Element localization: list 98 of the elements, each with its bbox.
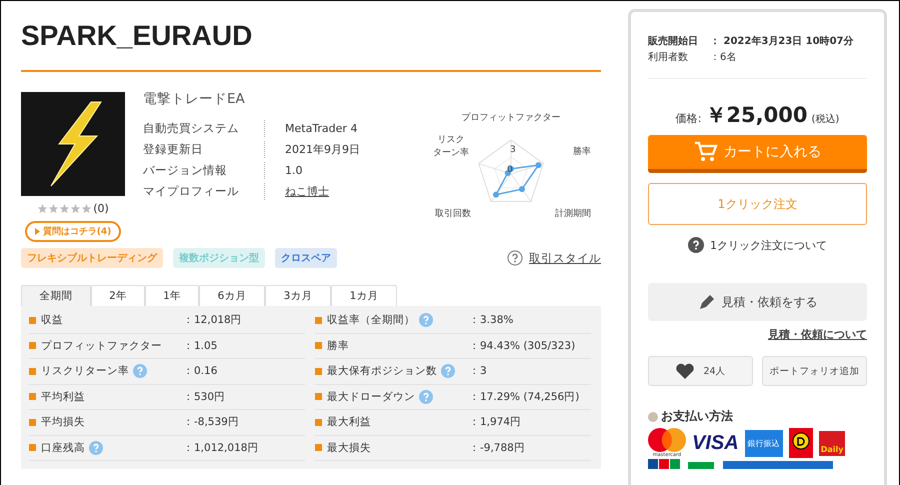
period-tab[interactable]: 6カ月 xyxy=(199,285,265,306)
bullet-icon xyxy=(315,316,322,324)
info-value: 2021年9月9日 xyxy=(284,142,361,158)
stat-label: 最大損失 xyxy=(327,440,371,455)
bullet-icon xyxy=(315,368,322,375)
star-icon xyxy=(70,204,80,213)
stat-value: ：1.05 xyxy=(183,338,218,353)
quote-info-link[interactable]: 見積・依頼について xyxy=(768,328,867,341)
page-title: SPARK_EURAUD xyxy=(21,19,254,53)
stat-label: 勝率 xyxy=(327,338,349,353)
stat-label: 収益 xyxy=(41,313,63,328)
stat-value: ：17.29% (74,256円) xyxy=(469,390,580,404)
stat-label: 最大保有ポジション数 xyxy=(327,364,437,378)
stat-value: ：94.43% (305/323) xyxy=(469,338,576,353)
tax-note: (税込) xyxy=(811,112,840,126)
info-value: MetaTrader 4 xyxy=(284,121,358,137)
help-icon xyxy=(507,250,523,266)
stat-value: ：0.16 xyxy=(183,364,218,378)
period-tab[interactable]: 2年 xyxy=(91,285,145,306)
meta-value: ：6名 xyxy=(710,51,736,65)
product-name: 電撃トレードEA xyxy=(143,90,246,108)
info-label: マイプロフィール xyxy=(143,183,265,200)
radar-chart-drawing xyxy=(478,139,544,202)
scale-label: 0 xyxy=(507,165,513,175)
bullet-icon xyxy=(315,342,322,350)
stat-value: ：-8,539円 xyxy=(183,415,240,430)
bullet-icon xyxy=(315,418,322,426)
info-label: バージョン情報 xyxy=(143,162,265,179)
price-value: ￥25,000 xyxy=(705,102,808,129)
star-icon xyxy=(48,204,58,213)
cart-icon xyxy=(694,141,718,163)
help-icon[interactable] xyxy=(89,440,103,455)
info-label: 登録更新日 xyxy=(143,141,265,158)
stat-value: ：1,974円 xyxy=(469,415,522,430)
axis-label: 計測期間 xyxy=(555,209,591,219)
meta-label: 利用者数 xyxy=(648,50,689,65)
stat-value: ：3 xyxy=(469,364,488,378)
info-label: 自動売買システム xyxy=(143,120,265,137)
triangle-icon xyxy=(34,228,40,235)
stat-label: 収益率（全期間） xyxy=(327,313,415,328)
stat-value: ：1,012,018円 xyxy=(183,440,260,455)
scale-label: 3 xyxy=(510,145,516,155)
help-icon xyxy=(688,237,704,253)
bullet-icon xyxy=(29,393,36,400)
axis-label: プロフィットファクター xyxy=(462,113,560,123)
period-tab[interactable]: 全期間 xyxy=(21,285,91,306)
bullet-icon xyxy=(29,444,36,452)
quote-request-button[interactable]: 見積・依頼をする xyxy=(648,283,867,321)
bullet-icon xyxy=(29,368,36,375)
stat-label: 口座残高 xyxy=(41,440,85,455)
favorite-button[interactable]: 24人 xyxy=(648,356,753,386)
help-icon[interactable] xyxy=(133,364,147,378)
stat-label: 平均損失 xyxy=(41,415,85,430)
stat-value: ：12,018円 xyxy=(183,313,243,328)
info-value: 1.0 xyxy=(284,163,304,179)
bullet-icon xyxy=(648,412,658,422)
heart-icon xyxy=(675,362,696,380)
period-tab[interactable]: 1年 xyxy=(145,285,199,306)
stat-label: プロフィットファクター xyxy=(41,338,162,353)
star-icon xyxy=(38,204,48,213)
payment-title: お支払い方法 xyxy=(661,408,733,425)
stat-label: 最大ドローダウン xyxy=(327,390,415,404)
price-label: 価格: xyxy=(676,111,702,126)
stat-value: ：-9,788円 xyxy=(469,440,526,455)
visa-logo: VISA xyxy=(692,432,739,454)
star-icon xyxy=(60,204,70,213)
help-icon[interactable] xyxy=(441,364,455,378)
period-tab[interactable]: 1カ月 xyxy=(331,285,397,306)
stat-label: 平均利益 xyxy=(41,390,85,404)
stat-label: 最大利益 xyxy=(327,415,371,430)
bullet-icon xyxy=(29,316,36,324)
meta-label: 販売開始日 xyxy=(648,34,699,49)
stat-value: ：3.38% xyxy=(469,313,514,328)
bullet-icon xyxy=(315,393,322,400)
axis-label: リスク xyxy=(438,135,464,145)
axis-label: 勝率 xyxy=(573,147,591,157)
daily-logo: Daily xyxy=(818,430,846,456)
bank-transfer-logo: 銀行振込 xyxy=(744,430,783,456)
add-portfolio-button[interactable]: ポートフォリオ追加 xyxy=(762,356,867,386)
star-icon xyxy=(82,204,92,213)
help-icon[interactable] xyxy=(419,390,433,404)
one-click-help-link[interactable]: 1クリック注文について xyxy=(710,238,827,252)
trading-style-link[interactable]: 取引スタイル xyxy=(529,250,601,266)
pen-icon xyxy=(698,293,716,311)
axis-label: ターン率 xyxy=(433,148,469,158)
mastercard-logo-icon xyxy=(648,428,686,452)
stat-value: ：530円 xyxy=(183,390,226,404)
d-point-logo-icon xyxy=(788,428,813,458)
profile-link[interactable]: ねこ博士 xyxy=(265,183,393,200)
bullet-icon xyxy=(29,342,36,350)
review-count: (0) xyxy=(93,202,109,215)
help-icon[interactable] xyxy=(419,313,433,328)
axis-label: 取引回数 xyxy=(435,209,471,219)
period-tab[interactable]: 3カ月 xyxy=(265,285,331,306)
bullet-icon xyxy=(315,444,322,452)
stat-label: リスクリターン率 xyxy=(41,364,129,378)
bullet-icon xyxy=(29,418,36,426)
meta-value: ： 2022年3月23日 10時07分 xyxy=(710,34,854,49)
